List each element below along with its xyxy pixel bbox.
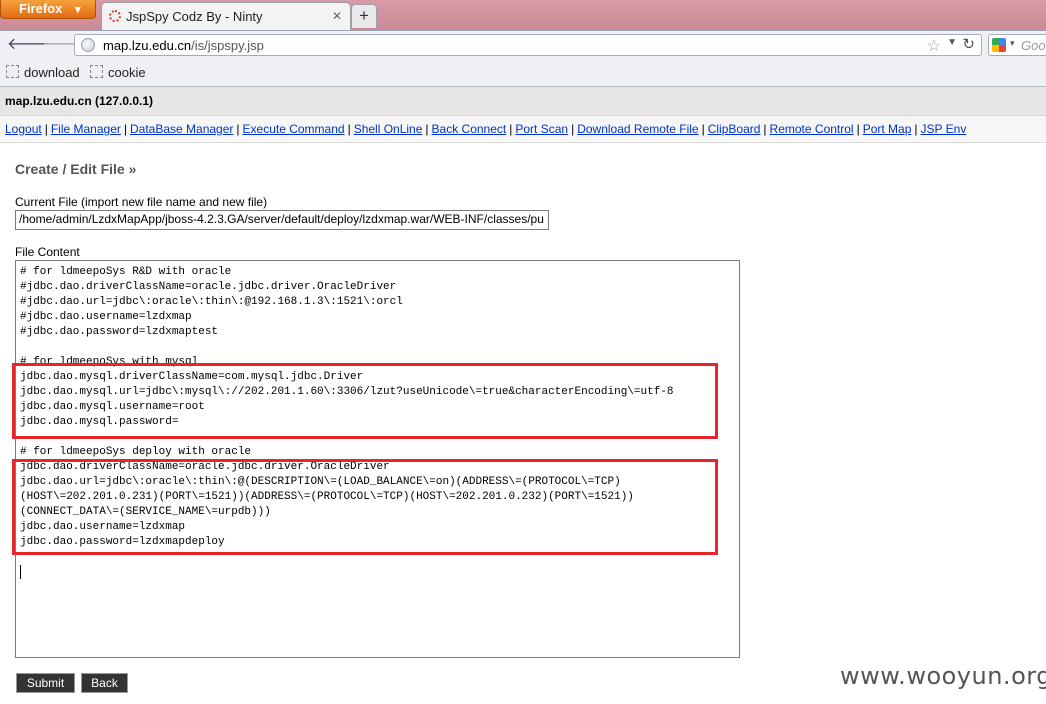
url-bar[interactable]: map.lzu.edu.cn/is/jspspy.jsp ☆ ▼ ↻ bbox=[74, 34, 982, 56]
tool-menu-links: Logout | File Manager | DataBase Manager | Exe… bbox=[5, 122, 966, 136]
reload-icon[interactable]: ↻ bbox=[962, 35, 975, 53]
menu-separator: | bbox=[44, 122, 48, 136]
menu-back-connect[interactable]: Back Connect bbox=[432, 122, 507, 136]
menu-separator: | bbox=[914, 122, 918, 136]
text-cursor bbox=[20, 565, 21, 579]
host-name: map.lzu.edu.cn (127.0.0.1) bbox=[5, 94, 154, 108]
new-tab-button[interactable]: + bbox=[351, 4, 377, 28]
close-tab-icon[interactable]: ✕ bbox=[330, 9, 344, 23]
search-bar[interactable]: ▾ Goo bbox=[988, 34, 1046, 56]
menu-logout[interactable]: Logout bbox=[5, 122, 42, 136]
search-input[interactable]: Goo bbox=[1021, 38, 1046, 53]
bookmark-page-icon bbox=[6, 65, 19, 78]
menu-download-remote-file[interactable]: Download Remote File bbox=[577, 122, 698, 136]
menu-jsp-env[interactable]: JSP Env bbox=[921, 122, 967, 136]
bookmark-page-icon bbox=[90, 65, 103, 78]
menu-port-scan[interactable]: Port Scan bbox=[515, 122, 568, 136]
menu-execute-command[interactable]: Execute Command bbox=[243, 122, 345, 136]
firefox-menu-label: Firefox bbox=[19, 1, 63, 16]
search-engine-dropdown-icon[interactable]: ▾ bbox=[1010, 38, 1015, 49]
menu-file-manager[interactable]: File Manager bbox=[51, 122, 121, 136]
back-button[interactable]: Back bbox=[81, 673, 128, 693]
google-icon[interactable] bbox=[992, 38, 1006, 52]
menu-shell-online[interactable]: Shell OnLine bbox=[354, 122, 423, 136]
file-content-label: File Content bbox=[15, 245, 80, 259]
current-file-input[interactable]: /home/admin/LzdxMapApp/jboss-4.2.3.GA/se… bbox=[15, 210, 549, 230]
menu-separator: | bbox=[509, 122, 513, 136]
navigation-toolbar: 🡐 🡒 map.lzu.edu.cn/is/jspspy.jsp ☆ ▼ ↻ ▾… bbox=[0, 30, 1046, 61]
bookmark-label: download bbox=[24, 65, 80, 80]
bookmarks-toolbar: download cookie bbox=[0, 60, 1046, 87]
chevron-down-icon: ▾ bbox=[75, 4, 81, 16]
menu-separator: | bbox=[236, 122, 240, 136]
menu-separator: | bbox=[347, 122, 351, 136]
history-dropdown-icon[interactable]: ▼ bbox=[947, 37, 957, 48]
menu-separator: | bbox=[425, 122, 429, 136]
bookmark-star-icon[interactable]: ☆ bbox=[927, 36, 941, 56]
browser-tab[interactable]: JspSpy Codz By - Ninty ✕ bbox=[101, 2, 351, 30]
page-title: Create / Edit File » bbox=[15, 161, 137, 177]
site-identity-icon[interactable] bbox=[81, 38, 95, 52]
url-path: /is/jspspy.jsp bbox=[191, 38, 264, 53]
tool-menu: Logout | File Manager | DataBase Manager | Exe… bbox=[0, 116, 1046, 143]
bookmark-download[interactable]: download bbox=[6, 65, 80, 80]
back-arrow-icon[interactable]: 🡐 bbox=[7, 35, 50, 55]
submit-button[interactable]: Submit bbox=[16, 673, 75, 693]
tab-strip: Firefox ▾ JspSpy Codz By - Ninty ✕ + bbox=[0, 0, 1046, 30]
host-header: map.lzu.edu.cn (127.0.0.1) bbox=[0, 87, 1046, 116]
forward-arrow-icon[interactable]: 🡒 bbox=[42, 35, 85, 55]
menu-separator: | bbox=[763, 122, 767, 136]
menu-separator: | bbox=[571, 122, 575, 136]
bookmark-label: cookie bbox=[108, 65, 146, 80]
menu-separator: | bbox=[701, 122, 705, 136]
menu-database-manager[interactable]: DataBase Manager bbox=[130, 122, 233, 136]
menu-separator: | bbox=[856, 122, 860, 136]
bookmark-cookie[interactable]: cookie bbox=[90, 65, 146, 80]
menu-clipboard[interactable]: ClipBoard bbox=[708, 122, 761, 136]
tab-title: JspSpy Codz By - Ninty bbox=[126, 9, 263, 24]
url-host: map.lzu.edu.cn bbox=[103, 38, 192, 53]
firefox-menu-button[interactable]: Firefox ▾ bbox=[0, 0, 96, 19]
menu-separator: | bbox=[123, 122, 127, 136]
menu-remote-control[interactable]: Remote Control bbox=[770, 122, 854, 136]
watermark: www.wooyun.org bbox=[840, 662, 1046, 690]
loading-throbber-icon bbox=[109, 10, 121, 22]
menu-port-map[interactable]: Port Map bbox=[863, 122, 912, 136]
file-content-text: # for ldmeepoSys R&D with oracle #jdbc.d… bbox=[20, 266, 674, 548]
current-file-label: Current File (import new file name and n… bbox=[15, 195, 268, 209]
url-text[interactable]: map.lzu.edu.cn/is/jspspy.jsp bbox=[103, 38, 264, 53]
file-content-textarea[interactable]: # for ldmeepoSys R&D with oracle #jdbc.d… bbox=[15, 260, 740, 658]
